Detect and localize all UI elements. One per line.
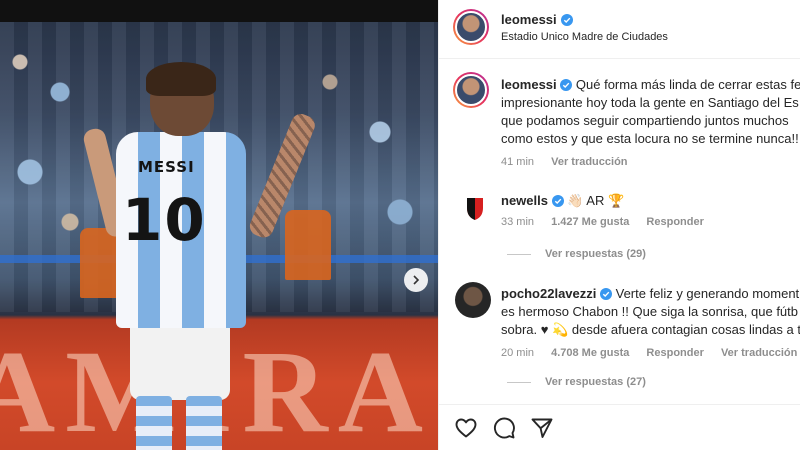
comment-line: es hermoso Chabon !! Que siga la sonrisa… [501, 304, 799, 319]
caption-line: impresionante hoy toda la gente en Santi… [501, 95, 799, 110]
comment-reply-link[interactable]: Responder [646, 216, 703, 228]
newells-shield-icon [467, 198, 483, 220]
player-right-arm [246, 110, 318, 241]
jersey-number: 10 [122, 186, 207, 254]
comment-translate-link[interactable]: Ver traducción [721, 347, 797, 359]
caption-line: que podamos seguir compartiendo juntos m… [501, 113, 789, 128]
post-photo[interactable]: AMIRA MESSI 10 [0, 0, 438, 450]
author-avatar[interactable] [453, 9, 489, 45]
post-location[interactable]: Estadio Unico Madre de Ciudades [501, 31, 668, 43]
actions-divider [439, 404, 800, 405]
next-photo-button[interactable] [404, 268, 428, 292]
post-header: leomessi [501, 11, 574, 29]
caption-translate-link[interactable]: Ver traducción [551, 156, 627, 168]
photo-top-bar [0, 0, 438, 22]
comment-icon [493, 417, 515, 439]
verified-badge-icon [551, 195, 564, 207]
comment-pocho22lavezzi: pocho22lavezzi Verte feliz y generando m… [501, 285, 800, 359]
comment-likes[interactable]: 4.708 Me gusta [551, 347, 629, 359]
caption-avatar[interactable] [453, 72, 489, 108]
view-replies-link[interactable]: Ver respuestas (29) [507, 248, 646, 260]
heart-icon [455, 418, 477, 438]
share-icon [531, 418, 553, 438]
comment-text: 👋🏻 AR 🏆 [567, 193, 625, 208]
comment-username[interactable]: newells [501, 193, 548, 208]
post-side-panel: leomessi Estadio Unico Madre de Ciudades… [438, 0, 800, 450]
verified-badge-icon [600, 288, 612, 300]
caption-time: 41 min [501, 156, 535, 168]
comment-line: Verte feliz y generando moment [615, 286, 800, 301]
caption-username[interactable]: leomessi [501, 77, 557, 92]
caption-line: Qué forma más linda de cerrar estas fec [575, 77, 800, 92]
pocho22lavezzi-avatar[interactable] [455, 282, 491, 318]
jersey-name: MESSI [138, 158, 195, 176]
player-leg [136, 396, 172, 450]
caption-block: leomessi Qué forma más linda de cerrar e… [501, 76, 800, 168]
player-shorts [130, 324, 230, 400]
player-hair [146, 62, 216, 96]
comment-line: sobra. ♥ 💫 desde afuera contagian cosas … [501, 322, 800, 337]
verified-badge-icon [560, 79, 573, 91]
comment-reply-link[interactable]: Responder [646, 347, 703, 359]
player-leg [186, 396, 222, 450]
verified-badge-icon [561, 14, 574, 26]
chevron-right-icon [413, 275, 420, 285]
comment-username[interactable]: pocho22lavezzi [501, 286, 596, 301]
comment-likes[interactable]: 1.427 Me gusta [551, 216, 629, 228]
comment-time: 20 min [501, 347, 535, 359]
caption-line: como estos y que esta locura no se termi… [501, 131, 799, 146]
newells-avatar[interactable] [457, 190, 493, 226]
author-username[interactable]: leomessi [501, 12, 557, 27]
view-replies-link[interactable]: Ver respuestas (27) [507, 376, 646, 388]
comment-time: 33 min [501, 216, 535, 228]
player-figure: MESSI 10 [81, 62, 320, 450]
like-button[interactable] [453, 416, 479, 442]
share-button[interactable] [529, 416, 555, 442]
comment-button[interactable] [491, 416, 517, 442]
header-divider [439, 58, 800, 59]
comment-newells: newells 👋🏻 AR 🏆 33 min 1.427 Me gusta Re… [501, 192, 718, 228]
